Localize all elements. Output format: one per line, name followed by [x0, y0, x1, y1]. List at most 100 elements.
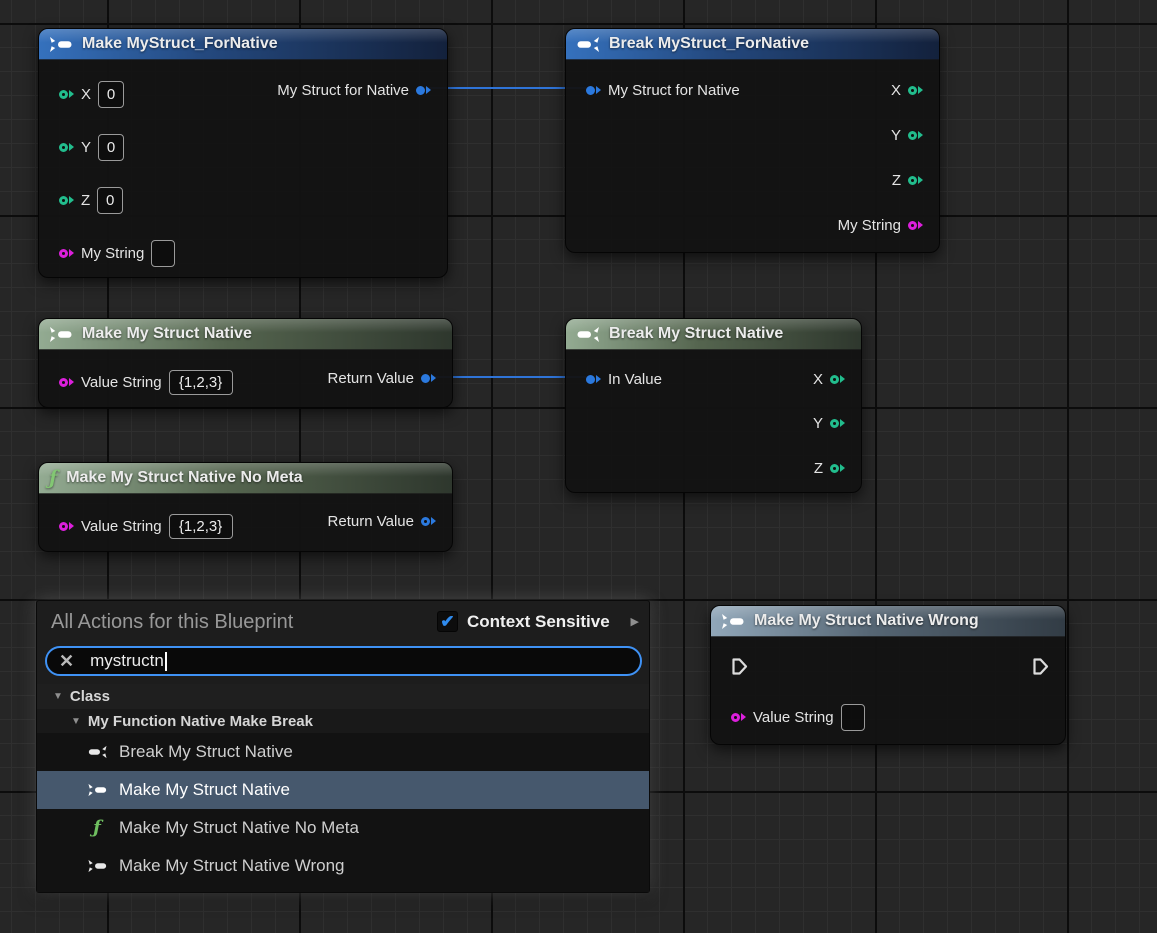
- node-break-mystruct-fornative[interactable]: Break MyStruct_ForNative My Struct for N…: [565, 28, 940, 253]
- action-item-make-my-struct-native-no-meta[interactable]: ƒ Make My Struct Native No Meta: [37, 809, 649, 847]
- node-header[interactable]: Break MyStruct_ForNative: [566, 29, 939, 60]
- clear-search-icon[interactable]: ✕: [59, 652, 74, 670]
- node-make-mystruct-fornative[interactable]: Make MyStruct_ForNative X 0 Y 0 Z 0 My S…: [38, 28, 448, 278]
- break-struct-icon: [87, 745, 108, 759]
- tree-category-class[interactable]: ▼ Class: [37, 684, 649, 709]
- pin-label: In Value: [608, 371, 662, 388]
- string-pin[interactable]: [731, 713, 746, 722]
- menu-title: All Actions for this Blueprint: [51, 611, 293, 634]
- actions-tree: ▼ Class ▼ My Function Native Make Break …: [37, 684, 649, 892]
- checkmark-icon: ✔: [440, 613, 454, 630]
- action-item-make-my-struct-native[interactable]: Make My Struct Native: [37, 771, 649, 809]
- pin-label: Y: [813, 415, 823, 432]
- blueprint-graph-canvas[interactable]: Make MyStruct_ForNative X 0 Y 0 Z 0 My S…: [0, 0, 1157, 933]
- make-struct-icon: [87, 783, 108, 797]
- node-header[interactable]: ƒ Make My Struct Native No Meta: [39, 463, 452, 494]
- wire-struct-fornative[interactable]: [424, 87, 588, 89]
- struct-member-pin[interactable]: [59, 90, 74, 99]
- struct-output-pin[interactable]: [421, 374, 436, 383]
- break-struct-icon: [576, 326, 600, 343]
- struct-member-pin[interactable]: [59, 143, 74, 152]
- pin-label: Y: [891, 127, 901, 144]
- struct-member-pin[interactable]: [830, 464, 845, 473]
- make-struct-icon: [721, 613, 745, 630]
- action-item-label: Make My Struct Native Wrong: [119, 856, 344, 876]
- exec-out-pin[interactable]: [1032, 657, 1049, 676]
- pin-label: Return Value: [328, 513, 414, 530]
- node-header[interactable]: Make My Struct Native Wrong: [711, 606, 1065, 637]
- action-item-label: Make My Struct Native: [119, 780, 290, 800]
- pin-value-input[interactable]: 0: [98, 134, 124, 161]
- pin-label: Return Value: [328, 370, 414, 387]
- action-item-label: Make My Struct Native No Meta: [119, 818, 359, 838]
- node-title: Make MyStruct_ForNative: [82, 35, 278, 53]
- node-title: Make My Struct Native: [82, 325, 252, 343]
- struct-output-pin[interactable]: [421, 517, 436, 526]
- make-struct-icon: [49, 326, 73, 343]
- action-item-label: Break My Struct Native: [119, 742, 293, 762]
- pin-label: Y: [81, 139, 91, 156]
- search-input[interactable]: ✕ mystructn: [45, 646, 642, 676]
- chevron-right-icon[interactable]: ▶: [631, 615, 639, 628]
- node-title: Make My Struct Native Wrong: [754, 612, 979, 630]
- node-title: Make My Struct Native No Meta: [66, 469, 303, 487]
- struct-member-pin[interactable]: [908, 131, 923, 140]
- struct-member-pin[interactable]: [908, 86, 923, 95]
- pin-label: Z: [814, 460, 823, 477]
- pin-label: Value String: [81, 518, 162, 535]
- struct-member-pin[interactable]: [59, 196, 74, 205]
- context-sensitive-checkbox[interactable]: ✔: [437, 611, 458, 632]
- expander-down-icon[interactable]: ▼: [53, 691, 63, 702]
- node-header[interactable]: Break My Struct Native: [566, 319, 861, 350]
- pin-label: My String: [838, 217, 901, 234]
- actions-context-menu: All Actions for this Blueprint ✔ Context…: [36, 600, 650, 893]
- node-title: Break My Struct Native: [609, 325, 783, 343]
- expander-down-icon[interactable]: ▼: [71, 716, 81, 727]
- search-query-text: mystructn: [90, 651, 164, 671]
- struct-input-pin[interactable]: [586, 86, 601, 95]
- pin-value-input[interactable]: {1,2,3}: [169, 514, 233, 539]
- exec-in-pin[interactable]: [731, 657, 748, 676]
- pin-label: Value String: [753, 709, 834, 726]
- struct-member-pin[interactable]: [908, 176, 923, 185]
- struct-output-pin[interactable]: [416, 86, 431, 95]
- pin-value-input[interactable]: [841, 704, 865, 731]
- node-make-my-struct-native-wrong[interactable]: Make My Struct Native Wrong Value String: [710, 605, 1066, 745]
- node-break-my-struct-native[interactable]: Break My Struct Native In Value X Y Z: [565, 318, 862, 493]
- node-header[interactable]: Make My Struct Native: [39, 319, 452, 350]
- pin-label: X: [813, 371, 823, 388]
- tree-category-my-function-native-make-break[interactable]: ▼ My Function Native Make Break: [37, 709, 649, 733]
- text-caret: [165, 652, 167, 671]
- make-struct-icon: [49, 36, 73, 53]
- string-pin[interactable]: [59, 378, 74, 387]
- function-icon: ƒ: [93, 819, 101, 837]
- pin-label: My Struct for Native: [277, 82, 409, 99]
- action-item-make-my-struct-native-wrong[interactable]: Make My Struct Native Wrong: [37, 847, 649, 885]
- pin-label: Z: [892, 172, 901, 189]
- node-title: Break MyStruct_ForNative: [609, 35, 809, 53]
- function-icon: ƒ: [49, 469, 57, 488]
- break-struct-icon: [576, 36, 600, 53]
- struct-member-pin[interactable]: [830, 375, 845, 384]
- string-pin[interactable]: [59, 249, 74, 258]
- pin-value-input[interactable]: 0: [98, 81, 124, 108]
- pin-label: Z: [81, 192, 90, 209]
- pin-label: X: [81, 86, 91, 103]
- struct-input-pin[interactable]: [586, 375, 601, 384]
- node-make-my-struct-native-no-meta[interactable]: ƒ Make My Struct Native No Meta Value St…: [38, 462, 453, 552]
- category-label: My Function Native Make Break: [88, 713, 313, 730]
- pin-label: Value String: [81, 374, 162, 391]
- pin-label: My Struct for Native: [608, 82, 740, 99]
- string-pin[interactable]: [59, 522, 74, 531]
- category-label: Class: [70, 688, 110, 705]
- node-header[interactable]: Make MyStruct_ForNative: [39, 29, 447, 60]
- string-pin[interactable]: [908, 221, 923, 230]
- pin-value-input[interactable]: {1,2,3}: [169, 370, 233, 395]
- pin-value-input[interactable]: 0: [97, 187, 123, 214]
- pin-label: My String: [81, 245, 144, 262]
- context-sensitive-label: Context Sensitive: [467, 612, 610, 632]
- action-item-break-my-struct-native[interactable]: Break My Struct Native: [37, 733, 649, 771]
- pin-value-input[interactable]: [151, 240, 175, 267]
- struct-member-pin[interactable]: [830, 419, 845, 428]
- node-make-my-struct-native[interactable]: Make My Struct Native Value String {1,2,…: [38, 318, 453, 408]
